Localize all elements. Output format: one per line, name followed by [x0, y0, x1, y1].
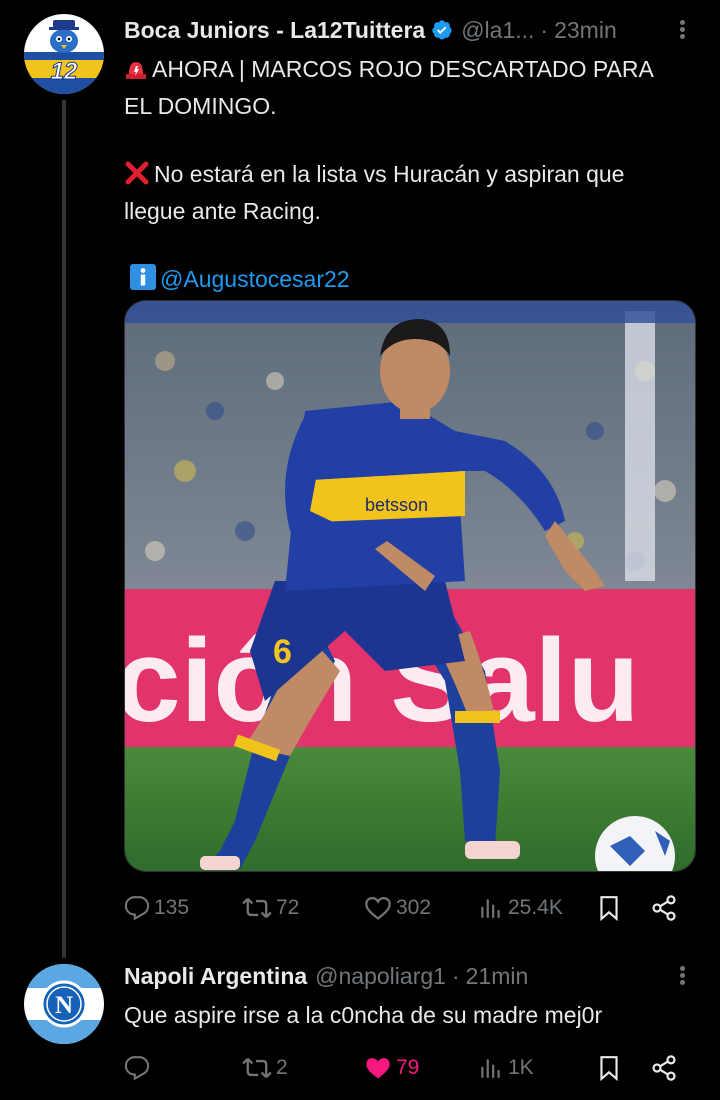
author-handle[interactable]: @la1... — [461, 17, 534, 44]
bookmark-button[interactable] — [596, 1048, 622, 1088]
author-name[interactable]: Boca Juniors - La12Tuittera — [124, 17, 425, 44]
tweet-text: Que aspire irse a la c0ncha de su madre … — [124, 998, 704, 1032]
football-player-photo: ción Salu 6 betsson — [125, 301, 695, 871]
tweet-boca[interactable]: 12 Boca Juniors - La12Tuittera @la1... ·… — [0, 0, 720, 958]
author-handle[interactable]: @napoliarg1 — [315, 963, 446, 990]
retweet-count: 72 — [276, 896, 300, 919]
tweet-line-5: @Augustocesar22 — [124, 262, 704, 299]
reply-button[interactable]: 135 — [124, 888, 189, 928]
author-avatar[interactable]: N — [24, 964, 104, 1044]
shirt-number: 6 — [273, 633, 292, 671]
tweet-header: Napoli Argentina @napoliarg1 · 21min — [124, 960, 700, 992]
siren-emoji — [124, 55, 148, 89]
tweet-line-2: EL DOMINGO. — [124, 93, 277, 119]
tweet-line-3-text: No estará en la lista vs Huracán y aspir… — [154, 161, 625, 187]
tweet-line-1: AHORA | MARCOS ROJO DESCARTADO PARA — [124, 52, 704, 89]
retweet-icon — [242, 897, 272, 919]
like-icon — [365, 896, 391, 920]
verified-badge-icon — [431, 19, 453, 41]
like-count: 302 — [396, 896, 432, 919]
like-button[interactable]: 302 — [364, 888, 431, 928]
sponsor-text: betsson — [365, 495, 428, 515]
thread-connector-line — [62, 100, 66, 958]
tweet-napoli[interactable]: N Napoli Argentina @napoliarg1 · 21min Q… — [0, 958, 720, 1100]
tweet-line-4: llegue ante Racing. — [124, 198, 321, 224]
bookmark-icon — [600, 896, 618, 922]
views-icon — [481, 899, 500, 918]
more-options-icon[interactable] — [670, 962, 696, 990]
napoli-avatar-image: N — [24, 964, 104, 1044]
tweet-line-3: No estará en la lista vs Huracán y aspir… — [124, 157, 704, 194]
header-separator: · — [540, 16, 549, 43]
reply-count: 135 — [154, 896, 190, 919]
reply-icon — [124, 1056, 150, 1081]
tweet-photo[interactable]: ción Salu 6 betsson — [124, 300, 696, 872]
views-count: 1K — [508, 1056, 534, 1079]
author-name[interactable]: Napoli Argentina — [124, 963, 307, 990]
bookmark-icon — [600, 1056, 618, 1082]
share-icon — [652, 1055, 676, 1081]
reply-icon — [124, 896, 150, 921]
like-button[interactable]: 79 — [364, 1048, 419, 1088]
avatar-number: 12 — [51, 58, 78, 85]
share-button[interactable] — [650, 888, 678, 928]
like-icon — [366, 1058, 390, 1079]
retweet-button[interactable]: 72 — [242, 888, 299, 928]
views-button[interactable]: 1K — [478, 1048, 534, 1088]
share-icon — [652, 895, 676, 921]
views-icon — [481, 1059, 500, 1078]
author-avatar[interactable]: 12 — [24, 14, 104, 94]
more-options-icon[interactable] — [670, 16, 696, 44]
tweet-line-1-text: AHORA | MARCOS ROJO DESCARTADO PARA — [152, 56, 654, 82]
retweet-count: 2 — [276, 1056, 288, 1079]
tweet-time[interactable]: 21min — [466, 963, 529, 990]
retweet-icon — [242, 1057, 272, 1079]
mention-link[interactable]: @Augustocesar22 — [160, 266, 350, 292]
info-emoji — [130, 264, 156, 299]
header-separator: · — [451, 962, 460, 989]
boca-avatar-image: 12 — [24, 14, 104, 94]
reply-button[interactable] — [124, 1048, 154, 1088]
tweet-header: Boca Juniors - La12Tuittera @la1... · 23… — [124, 14, 700, 46]
share-button[interactable] — [650, 1048, 678, 1088]
views-button[interactable]: 25.4K — [478, 888, 563, 928]
tweet-actions: 2 79 1K — [124, 1048, 696, 1088]
tweet-actions: 135 72 302 25.4K — [124, 888, 696, 928]
tweet-time[interactable]: 23min — [554, 17, 617, 44]
bookmark-button[interactable] — [596, 888, 622, 928]
views-count: 25.4K — [508, 896, 563, 919]
tweet-line-1: Que aspire irse a la c0ncha de su madre … — [124, 1002, 603, 1028]
like-count: 79 — [396, 1056, 420, 1079]
avatar-letter: N — [55, 992, 73, 1019]
retweet-button[interactable]: 2 — [242, 1048, 288, 1088]
cross-mark-emoji — [124, 160, 150, 194]
tweet-text: AHORA | MARCOS ROJO DESCARTADO PARA EL D… — [124, 52, 704, 299]
